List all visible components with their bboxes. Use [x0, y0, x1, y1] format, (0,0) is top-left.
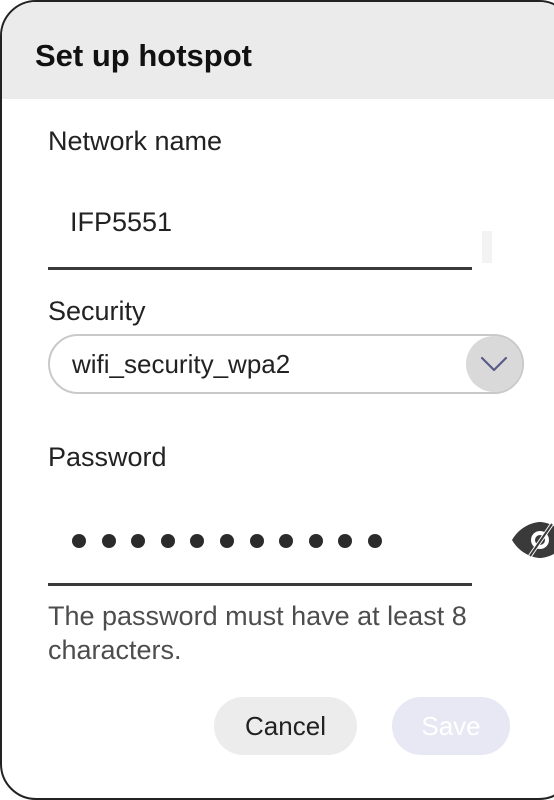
- security-selected-value: wifi_security_wpa2: [72, 347, 290, 381]
- password-dot: [131, 534, 145, 548]
- password-dot: [279, 534, 293, 548]
- dialog-title: Set up hotspot: [35, 36, 252, 76]
- password-dot: [161, 534, 175, 548]
- network-name-underline: [48, 267, 472, 270]
- password-dot: [368, 534, 382, 548]
- security-select[interactable]: wifi_security_wpa2: [48, 334, 524, 394]
- password-input[interactable]: [72, 528, 398, 554]
- cancel-button[interactable]: Cancel: [214, 697, 357, 755]
- eye-off-icon[interactable]: [510, 520, 554, 560]
- password-dot: [190, 534, 204, 548]
- password-dot: [220, 534, 234, 548]
- password-help-text: The password must have at least 8 charac…: [48, 599, 554, 667]
- network-name-label: Network name: [48, 124, 222, 158]
- chevron-down-icon[interactable]: [466, 336, 522, 392]
- password-dot: [309, 534, 323, 548]
- password-label: Password: [48, 440, 167, 474]
- network-name-input[interactable]: IFP5551: [70, 205, 172, 239]
- password-dot: [250, 534, 264, 548]
- password-underline: [48, 583, 472, 586]
- text-cursor-handle: [482, 231, 492, 263]
- password-dot: [338, 534, 352, 548]
- security-label: Security: [48, 294, 146, 328]
- save-button[interactable]: Save: [392, 697, 510, 755]
- hotspot-dialog: Set up hotspot Network name IFP5551 Secu…: [0, 0, 554, 800]
- password-dot: [102, 534, 116, 548]
- password-dot: [72, 534, 86, 548]
- dialog-header: Set up hotspot: [2, 2, 554, 99]
